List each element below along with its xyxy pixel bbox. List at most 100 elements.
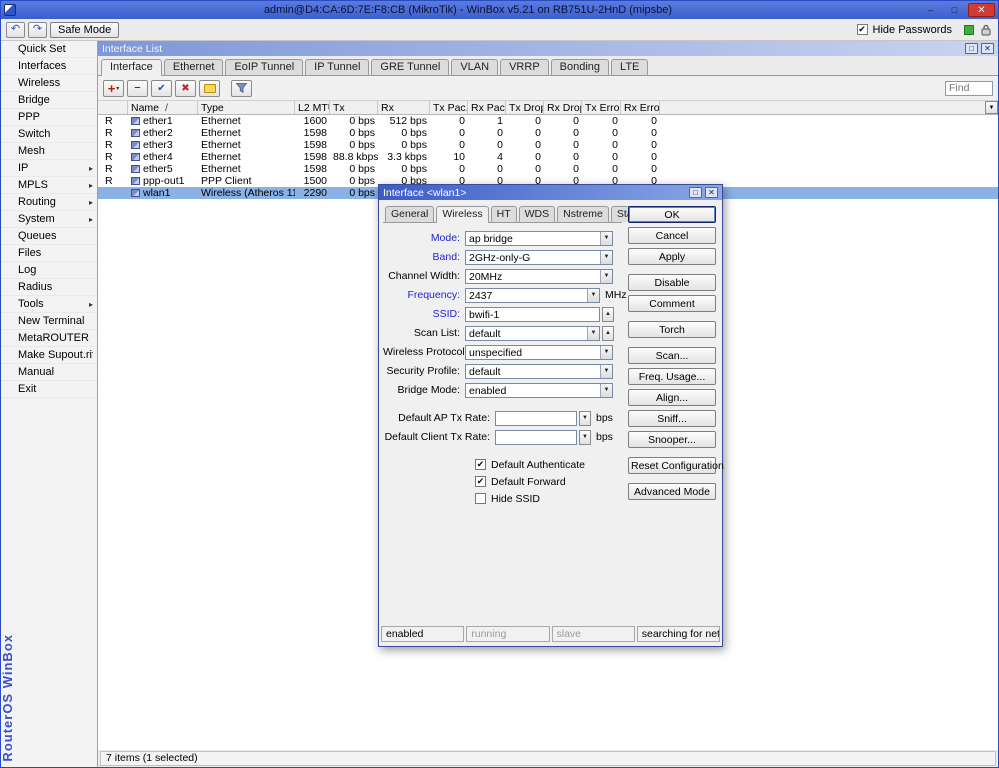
filter-button[interactable] — [231, 80, 252, 97]
checkbox-box[interactable] — [475, 493, 486, 504]
back-button[interactable]: ↶ — [6, 22, 25, 38]
col-name[interactable]: Name/ — [128, 101, 198, 114]
band-combobox[interactable]: 2GHz-only-G▼ — [465, 250, 613, 265]
col-rx-errors[interactable]: Rx Errors — [621, 101, 660, 114]
cancel-button[interactable]: Cancel — [628, 227, 716, 244]
tab-wireless[interactable]: Wireless — [436, 206, 488, 223]
interface-row-ether4[interactable]: R ether4 Ethernet 1598 88.8 kbps 3.3 kbp… — [98, 151, 998, 163]
sidebar-item-switch[interactable]: Switch — [1, 126, 97, 143]
sidebar-item-ip[interactable]: IP▸ — [1, 160, 97, 177]
dropdown-button[interactable]: ▼ — [579, 411, 591, 426]
align-button[interactable]: Align... — [628, 389, 716, 406]
checkbox-default-forward[interactable]: ✔ Default Forward — [475, 474, 622, 489]
tab-ip-tunnel[interactable]: IP Tunnel — [305, 59, 369, 75]
sidebar-item-manual[interactable]: Manual — [1, 364, 97, 381]
sidebar-item-log[interactable]: Log — [1, 262, 97, 279]
sidebar-item-queues[interactable]: Queues — [1, 228, 97, 245]
sidebar-item-interfaces[interactable]: Interfaces — [1, 58, 97, 75]
dropdown-button[interactable]: ▼ — [579, 430, 591, 445]
sidebar-item-mpls[interactable]: MPLS▸ — [1, 177, 97, 194]
close-button[interactable]: ✕ — [968, 3, 995, 17]
reset-configuration-button[interactable]: Reset Configuration — [628, 457, 716, 474]
col-tx-packets[interactable]: Tx Pac... — [430, 101, 468, 114]
dropdown-arrow-icon[interactable]: ▼ — [600, 251, 612, 264]
torch-button[interactable]: Torch — [628, 321, 716, 338]
sidebar-item-bridge[interactable]: Bridge — [1, 92, 97, 109]
add-button[interactable]: +▾ — [103, 80, 124, 97]
tab-general[interactable]: General — [385, 206, 434, 222]
ssid-input[interactable]: bwifi-1 — [465, 307, 600, 322]
ok-button[interactable]: OK — [628, 206, 716, 223]
disable-button-dialog[interactable]: Disable — [628, 274, 716, 291]
bridge-mode-combobox[interactable]: enabled▼ — [465, 383, 613, 398]
dropdown-arrow-icon[interactable]: ▼ — [587, 327, 599, 340]
sidebar-item-new-terminal[interactable]: New Terminal — [1, 313, 97, 330]
tab-ethernet[interactable]: Ethernet — [164, 59, 224, 75]
dropdown-arrow-icon[interactable]: ▼ — [600, 232, 612, 245]
channel-width-combobox[interactable]: 20MHz▼ — [465, 269, 613, 284]
col-rx-packets[interactable]: Rx Pac... — [468, 101, 506, 114]
security-profile-combobox[interactable]: default▼ — [465, 364, 613, 379]
comment-button-dialog[interactable]: Comment — [628, 295, 716, 312]
col-type[interactable]: Type — [198, 101, 295, 114]
sidebar-item-tools[interactable]: Tools▸ — [1, 296, 97, 313]
col-flags[interactable] — [98, 101, 128, 114]
sidebar-item-ppp[interactable]: PPP — [1, 109, 97, 126]
interface-row-ether1[interactable]: R ether1 Ethernet 1600 0 bps 512 bps 0 1… — [98, 115, 998, 127]
col-tx-drops[interactable]: Tx Drops — [506, 101, 544, 114]
sniff-button[interactable]: Sniff... — [628, 410, 716, 427]
tab-vrrp[interactable]: VRRP — [500, 59, 549, 75]
checkbox-default-authenticate[interactable]: ✔ Default Authenticate — [475, 457, 622, 472]
scan-button[interactable]: Scan... — [628, 347, 716, 364]
dropdown-arrow-icon[interactable]: ▼ — [600, 346, 612, 359]
checkbox-box[interactable]: ✔ — [475, 459, 486, 470]
safe-mode-button[interactable]: Safe Mode — [50, 22, 119, 38]
sidebar-item-routing[interactable]: Routing▸ — [1, 194, 97, 211]
sidebar-item-metarouter[interactable]: MetaROUTER — [1, 330, 97, 347]
sidebar-item-exit[interactable]: Exit — [1, 381, 97, 398]
disable-button[interactable]: ✖ — [175, 80, 196, 97]
tab-vlan[interactable]: VLAN — [451, 59, 498, 75]
dropdown-arrow-icon[interactable]: ▼ — [600, 384, 612, 397]
wireless-protocol-combobox[interactable]: unspecified▼ — [465, 345, 613, 360]
tab-eoip-tunnel[interactable]: EoIP Tunnel — [225, 59, 303, 75]
interface-row-ether5[interactable]: R ether5 Ethernet 1598 0 bps 0 bps 0 0 0… — [98, 163, 998, 175]
enable-button[interactable]: ✔ — [151, 80, 172, 97]
advanced-mode-button[interactable]: Advanced Mode — [628, 483, 716, 500]
dialog-maximize-button[interactable]: □ — [689, 187, 702, 198]
frequency-combobox[interactable]: 2437▼ — [465, 288, 600, 303]
dropdown-arrow-icon[interactable]: ▼ — [600, 270, 612, 283]
sidebar-item-wireless[interactable]: Wireless — [1, 75, 97, 92]
sidebar-item-make-supout[interactable]: Make Supout.rif — [1, 347, 97, 364]
tab-nstreme[interactable]: Nstreme — [557, 206, 609, 222]
col-rx-drops[interactable]: Rx Drops — [544, 101, 582, 114]
scan-list-combobox[interactable]: default▼ — [465, 326, 600, 341]
dropdown-arrow-icon[interactable]: ▼ — [600, 365, 612, 378]
maximize-button[interactable]: □ — [944, 3, 965, 17]
interface-list-close-button[interactable]: ✕ — [981, 43, 994, 54]
collapse-button[interactable]: ▲ — [602, 326, 614, 341]
col-tx-errors[interactable]: Tx Errors — [582, 101, 621, 114]
tab-ht[interactable]: HT — [491, 206, 517, 222]
minimize-button[interactable]: – — [920, 3, 941, 17]
sidebar-item-system[interactable]: System▸ — [1, 211, 97, 228]
mode-combobox[interactable]: ap bridge▼ — [465, 231, 613, 246]
column-filter-dropdown[interactable]: ▼ — [985, 101, 998, 114]
remove-button[interactable]: − — [127, 80, 148, 97]
interface-row-ether2[interactable]: R ether2 Ethernet 1598 0 bps 0 bps 0 0 0… — [98, 127, 998, 139]
default-ap-tx-rate-input[interactable] — [495, 411, 577, 426]
checkbox-box[interactable]: ✔ — [475, 476, 486, 487]
tab-interface[interactable]: Interface — [101, 59, 162, 76]
apply-button[interactable]: Apply — [628, 248, 716, 265]
sidebar-item-quick-set[interactable]: Quick Set — [1, 41, 97, 58]
find-input[interactable] — [945, 81, 993, 96]
col-rx[interactable]: Rx — [378, 101, 430, 114]
tab-wds[interactable]: WDS — [519, 206, 556, 222]
forward-button[interactable]: ↷ — [28, 22, 47, 38]
interface-row-ether3[interactable]: R ether3 Ethernet 1598 0 bps 0 bps 0 0 0… — [98, 139, 998, 151]
col-l2mtu[interactable]: L2 MTU — [295, 101, 330, 114]
comment-button[interactable] — [199, 80, 220, 97]
hide-passwords-checkbox[interactable]: ✔ — [857, 24, 868, 35]
interface-list-maximize-button[interactable]: □ — [965, 43, 978, 54]
tab-gre-tunnel[interactable]: GRE Tunnel — [371, 59, 449, 75]
